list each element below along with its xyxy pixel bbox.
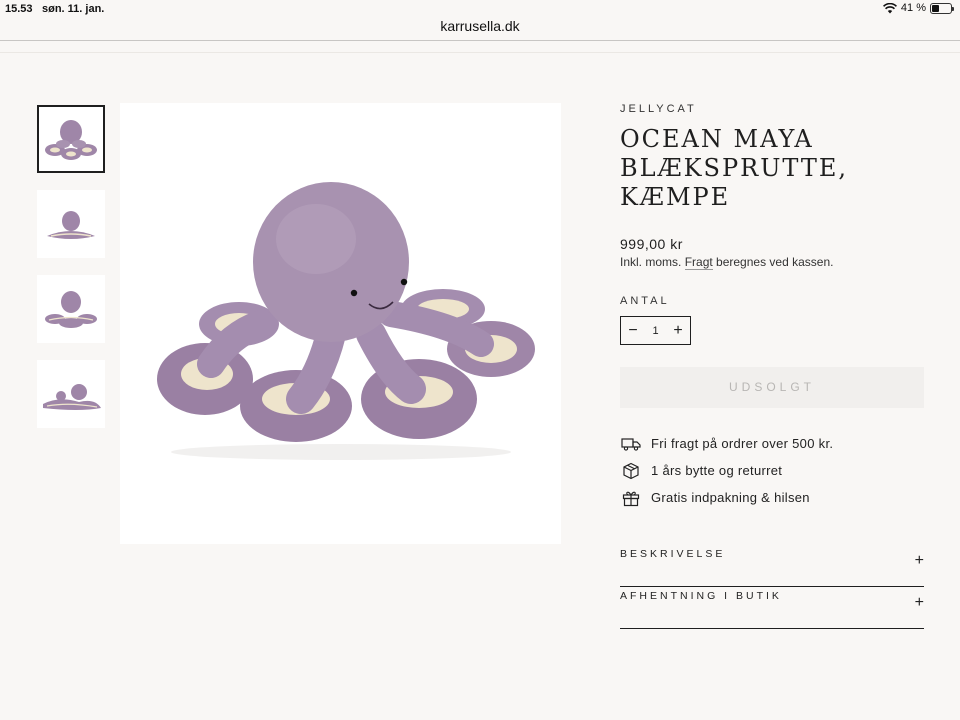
gift-icon [620,489,642,507]
site-header-edge [0,41,960,53]
quantity-increase-button[interactable]: + [666,317,690,344]
status-bar: 15.53 søn. 11. jan. 41 % [0,0,960,18]
perk-text: 1 års bytte og returret [651,463,783,478]
thumbnail-1[interactable] [37,105,105,173]
thumbnail-3[interactable] [37,275,105,343]
octopus-thumbnail-front [45,120,97,160]
accordion-label: AFHENTNING I BUTIK [620,590,782,602]
thumbnail-list [37,105,105,445]
accordion-description[interactable]: BESKRIVELSE + [620,545,924,587]
perk-item: Gratis indpakning & hilsen [620,484,924,511]
tax-suffix: beregnes ved kassen. [712,255,834,269]
octopus-plush-image [156,181,535,460]
product-vendor[interactable]: JELLYCAT [620,103,924,115]
octopus-thumbnail-back [45,291,97,328]
title-line: BLÆKSPRUTTE, [620,154,849,182]
thumbnail-2[interactable] [37,190,105,258]
tax-prefix: Inkl. moms. [620,255,685,269]
address-bar[interactable]: karrusella.dk [0,18,960,40]
url-text[interactable]: karrusella.dk [440,18,519,34]
accordion-store-pickup[interactable]: AFHENTNING I BUTIK + [620,587,924,629]
accordion-label: BESKRIVELSE [620,548,726,560]
perk-text: Fri fragt på ordrer over 500 kr. [651,436,834,451]
product-main-image[interactable] [120,103,561,544]
quantity-stepper: − 1 + [620,316,691,345]
title-line: OCEAN MAYA [620,125,814,153]
status-right: 41 % [882,2,954,14]
quantity-label: ANTAL [620,295,670,307]
status-time: 15.53 [5,3,33,15]
truck-icon [620,435,642,453]
perks-list: Fri fragt på ordrer over 500 kr. 1 års b… [620,430,924,511]
sold-out-button[interactable]: UDSOLGT [620,367,924,408]
product-info: JELLYCAT OCEAN MAYA BLÆKSPRUTTE, KÆMPE 9… [620,103,924,629]
battery-icon [930,2,954,14]
box-icon [620,462,642,480]
shipping-link[interactable]: Fragt [684,255,713,270]
octopus-thumbnail-family [43,384,101,410]
plus-icon[interactable]: + [915,594,924,612]
title-line: KÆMPE [620,183,731,211]
product-title: OCEAN MAYA BLÆKSPRUTTE, KÆMPE [620,125,924,212]
accordion: BESKRIVELSE + AFHENTNING I BUTIK + [620,545,924,629]
wifi-icon [882,2,897,13]
plus-icon[interactable]: + [915,552,924,570]
perk-text: Gratis indpakning & hilsen [651,490,810,505]
thumbnail-4[interactable] [37,360,105,428]
quantity-input[interactable]: 1 [652,325,658,337]
status-date: søn. 11. jan. [42,3,105,15]
perk-item: 1 års bytte og returret [620,457,924,484]
product-price: 999,00 kr [620,236,683,252]
octopus-thumbnail-side [47,211,95,239]
quantity-decrease-button[interactable]: − [621,317,645,344]
perk-item: Fri fragt på ordrer over 500 kr. [620,430,924,457]
battery-percent: 41 % [900,2,926,14]
tax-note: Inkl. moms. Fragt beregnes ved kassen. [620,255,924,270]
